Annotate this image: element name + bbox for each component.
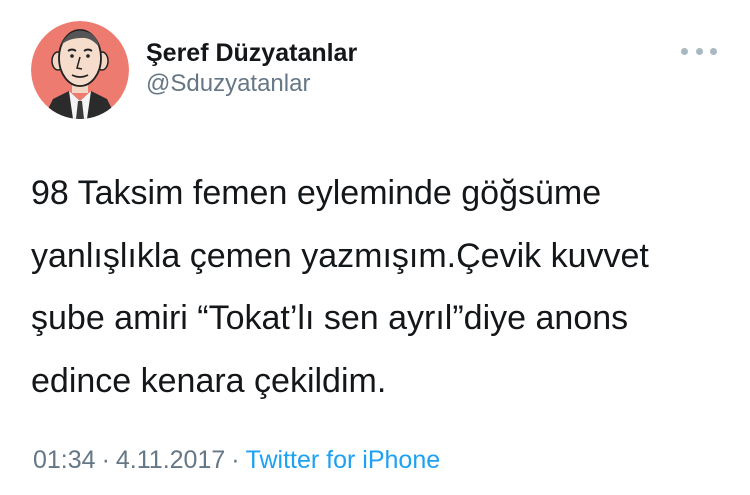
- dot: [681, 47, 688, 55]
- tweet-text: 98 Taksim femen eyleminde göğsüme yanlış…: [31, 174, 649, 400]
- display-name[interactable]: Şeref Düzyatanlar: [146, 38, 357, 68]
- dot: [710, 47, 717, 55]
- tweet: Şeref Düzyatanlar @Sduzyatanlar 98 Taksi…: [0, 0, 750, 495]
- separator: ·: [231, 446, 240, 474]
- separator: ·: [101, 446, 110, 474]
- tweet-meta: 01:34 · 4.11.2017 · Twitter for iPhone: [33, 444, 440, 476]
- tweet-source-link[interactable]: Twitter for iPhone: [246, 446, 441, 474]
- dot: [695, 47, 703, 55]
- avatar[interactable]: [31, 21, 129, 119]
- user-info: Şeref Düzyatanlar @Sduzyatanlar: [146, 38, 357, 99]
- tweet-time[interactable]: 01:34: [33, 446, 96, 474]
- more-dots-icon[interactable]: [681, 41, 717, 61]
- caricature-avatar-icon: [31, 21, 129, 119]
- user-handle[interactable]: @Sduzyatanlar: [146, 69, 357, 99]
- tweet-date[interactable]: 4.11.2017: [116, 446, 225, 474]
